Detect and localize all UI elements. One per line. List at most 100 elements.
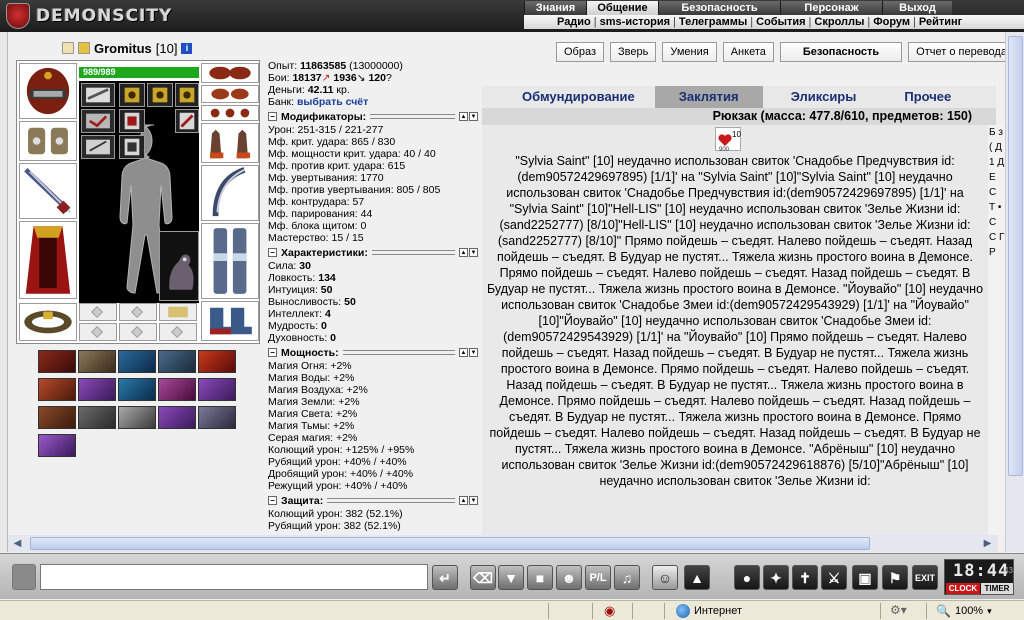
- sound-icon[interactable]: ♫: [614, 565, 640, 590]
- buff-icon[interactable]: [118, 350, 156, 373]
- equipped-ring-1[interactable]: [119, 83, 145, 107]
- filter-icon[interactable]: ▼: [498, 565, 524, 590]
- private-icon[interactable]: P/L: [585, 565, 611, 590]
- menu-item-knowledge[interactable]: Знания: [524, 1, 586, 15]
- buff-icon[interactable]: [198, 350, 236, 373]
- buff-icon[interactable]: [158, 406, 196, 429]
- submenu-scrolls[interactable]: Скроллы: [814, 16, 864, 28]
- game-logo[interactable]: DEMONSCITY: [2, 2, 192, 30]
- slot-rune-5[interactable]: [119, 323, 157, 341]
- timer-button[interactable]: TIMER: [981, 583, 1013, 594]
- move-down-icon[interactable]: ▼: [469, 248, 478, 257]
- slot-pet[interactable]: [159, 231, 199, 301]
- move-down-icon[interactable]: ▼: [469, 496, 478, 505]
- flag-icon[interactable]: ⚑: [882, 565, 908, 590]
- equipped-item-6[interactable]: [175, 109, 199, 133]
- menu-item-communication[interactable]: Общение: [586, 1, 658, 15]
- equipped-item-5[interactable]: [119, 109, 145, 133]
- tab-elixirs[interactable]: Эликсиры: [763, 86, 885, 108]
- buff-icon[interactable]: [38, 350, 76, 373]
- buff-icon[interactable]: [38, 434, 76, 457]
- collapse-icon[interactable]: −: [268, 248, 277, 257]
- buff-icon[interactable]: [78, 406, 116, 429]
- submenu-sms-history[interactable]: sms-история: [600, 16, 670, 28]
- clock-button[interactable]: CLOCK: [946, 583, 980, 594]
- horizontal-scroll-thumb[interactable]: [30, 537, 870, 550]
- chat-speaker-icon[interactable]: [12, 564, 36, 590]
- mail-icon[interactable]: [78, 42, 90, 54]
- pet-button[interactable]: Зверь: [610, 42, 657, 62]
- section-defense[interactable]: − Защита: ▲ ▼: [268, 494, 478, 507]
- clan-icon[interactable]: [62, 42, 74, 54]
- zoom-control[interactable]: 🔍 100% ▾: [936, 604, 992, 618]
- scroll-item-icon[interactable]: 10 900: [715, 127, 741, 153]
- menu-item-security[interactable]: Безопасность: [658, 1, 780, 15]
- buff-icon[interactable]: [198, 406, 236, 429]
- slot-rune-4[interactable]: [79, 323, 117, 341]
- tab-equipment[interactable]: Обмундирование: [482, 86, 655, 108]
- scroll-left-icon[interactable]: ◀: [10, 536, 25, 551]
- buff-icon[interactable]: [198, 378, 236, 401]
- cross-icon[interactable]: ✝: [792, 565, 818, 590]
- slot-bracers[interactable]: [19, 121, 77, 161]
- move-up-icon[interactable]: ▲: [459, 248, 468, 257]
- protected-mode-icon[interactable]: ⚙▾: [890, 603, 907, 617]
- slot-rune-2[interactable]: [119, 303, 157, 321]
- vertical-scrollbar[interactable]: [1005, 32, 1024, 552]
- scroll-right-icon[interactable]: ▶: [980, 536, 995, 551]
- smile-icon[interactable]: ☺: [652, 565, 678, 590]
- chat-input[interactable]: [40, 564, 428, 590]
- slot-rune-6[interactable]: [159, 323, 197, 341]
- send-icon[interactable]: ↵: [432, 565, 458, 590]
- submenu-forum[interactable]: Форум: [873, 16, 910, 28]
- equipped-amulet[interactable]: [81, 83, 115, 107]
- profile-button[interactable]: Анкета: [722, 42, 774, 62]
- choose-account-link[interactable]: выбрать счёт: [297, 96, 368, 108]
- person-icon[interactable]: ☻: [556, 565, 582, 590]
- submenu-radio[interactable]: Радио: [557, 16, 591, 28]
- submenu-telegrams[interactable]: Телеграммы: [679, 16, 747, 28]
- buff-icon[interactable]: [38, 378, 76, 401]
- helmet-icon[interactable]: ▲: [684, 565, 710, 590]
- slot-gloves[interactable]: [201, 123, 259, 163]
- lock-icon[interactable]: ▣: [852, 565, 878, 590]
- slot-rune-3[interactable]: [159, 303, 197, 321]
- skills-button[interactable]: Умения: [662, 42, 717, 62]
- buff-icon[interactable]: [78, 378, 116, 401]
- equipped-item-8[interactable]: [119, 135, 145, 159]
- transfer-report-button[interactable]: Отчет о переводах: [908, 42, 1021, 62]
- collapse-icon[interactable]: −: [268, 496, 277, 505]
- tab-other[interactable]: Прочее: [884, 86, 951, 108]
- slot-armor[interactable]: [19, 221, 77, 299]
- collapse-icon[interactable]: −: [268, 348, 277, 357]
- equipped-item-4[interactable]: [81, 109, 115, 133]
- slot-shoulders[interactable]: [201, 63, 259, 83]
- privacy-icon[interactable]: ◉: [604, 603, 615, 619]
- slot-weapon-right[interactable]: [201, 165, 259, 221]
- horizontal-scrollbar[interactable]: ◀ ▶: [8, 535, 998, 552]
- slot-ring-right-1[interactable]: [201, 105, 259, 121]
- equipped-ring-3[interactable]: [175, 83, 199, 107]
- slot-earring[interactable]: [201, 85, 259, 103]
- section-modifiers[interactable]: − Модификаторы: ▲ ▼: [268, 110, 478, 123]
- move-up-icon[interactable]: ▲: [459, 112, 468, 121]
- image-button[interactable]: Образ: [556, 42, 605, 62]
- fight-icon[interactable]: ⚔: [821, 565, 847, 590]
- buff-icon[interactable]: [38, 406, 76, 429]
- buff-icon[interactable]: [78, 350, 116, 373]
- submenu-rating[interactable]: Рейтинг: [919, 16, 962, 28]
- eraser-icon[interactable]: ⌫: [470, 565, 496, 590]
- equipped-item-7[interactable]: [81, 135, 115, 159]
- submenu-events[interactable]: События: [756, 16, 805, 28]
- slot-rune-1[interactable]: [79, 303, 117, 321]
- save-icon[interactable]: ■: [527, 565, 553, 590]
- buff-icon[interactable]: [158, 350, 196, 373]
- menu-item-character[interactable]: Персонаж: [780, 1, 882, 15]
- slot-helmet[interactable]: [19, 63, 77, 119]
- section-characteristics[interactable]: − Характеристики: ▲ ▼: [268, 246, 478, 259]
- move-up-icon[interactable]: ▲: [459, 348, 468, 357]
- buff-icon[interactable]: [158, 378, 196, 401]
- collapse-icon[interactable]: −: [268, 112, 277, 121]
- slot-belt[interactable]: [19, 303, 77, 341]
- exit-icon[interactable]: EXIT: [912, 565, 938, 590]
